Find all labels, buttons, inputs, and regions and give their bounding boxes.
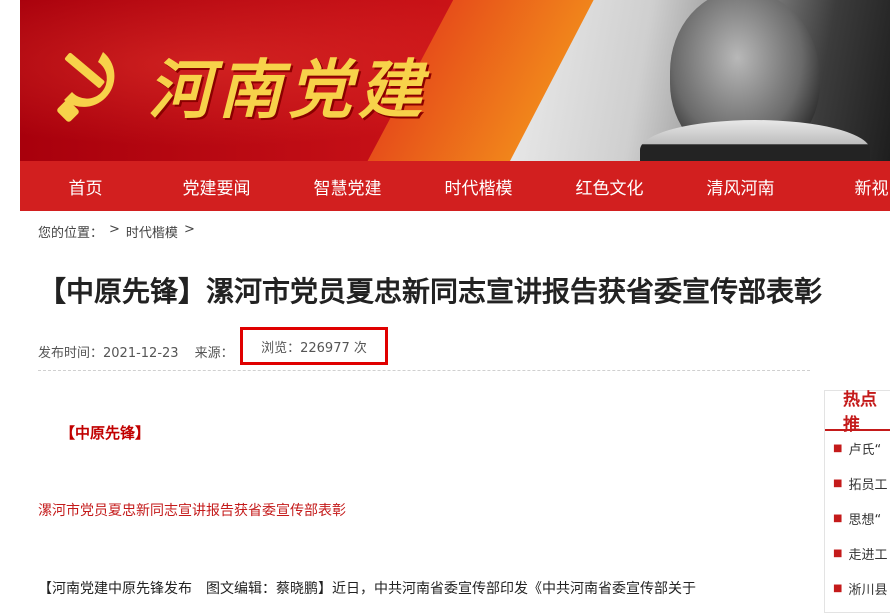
- site-logo[interactable]: 河南党建: [48, 40, 428, 130]
- hot-recommend-heading: 热点推: [825, 390, 890, 435]
- hot-item[interactable]: ■ 拓员工: [825, 466, 890, 501]
- article-source: 来源：: [194, 346, 234, 361]
- article-tag: 【中原先锋】: [60, 424, 151, 442]
- breadcrumb-separator: >: [109, 222, 120, 237]
- meta-divider: [38, 370, 810, 371]
- nav-item-new-view[interactable]: 新视: [806, 174, 890, 199]
- view-count: 浏览：226977 次: [261, 340, 367, 356]
- breadcrumb-current[interactable]: 时代楷模: [126, 222, 178, 241]
- breadcrumb-separator: >: [183, 222, 195, 237]
- portrait-collar: [640, 120, 870, 161]
- hot-item[interactable]: ■ 卢氏“: [825, 431, 890, 466]
- hot-item[interactable]: ■ 思想“: [825, 501, 890, 536]
- nav-item-party-news[interactable]: 党建要闻: [151, 174, 282, 199]
- bullet-icon: ■: [833, 548, 843, 559]
- publish-time: 发布时间：2021-12-23: [38, 346, 179, 361]
- bullet-icon: ■: [833, 478, 843, 489]
- nav-item-role-models[interactable]: 时代楷模: [413, 174, 544, 199]
- hot-item-text: 淅川县: [848, 583, 888, 598]
- hot-item-text: 思想“: [848, 513, 882, 528]
- breadcrumb-label: 您的位置：: [38, 226, 104, 241]
- logo-text: 河南党建: [148, 53, 428, 128]
- hot-item[interactable]: ■ 淅川县: [825, 571, 890, 606]
- nav-item-home[interactable]: 首页: [20, 174, 151, 199]
- article-meta: 发布时间：2021-12-23 来源：: [38, 342, 250, 361]
- breadcrumb: 您的位置： > 时代楷模 >: [38, 222, 195, 241]
- header-banner: 河南党建: [20, 0, 890, 161]
- bullet-icon: ■: [833, 443, 843, 454]
- view-count-highlight: 浏览：226977 次: [240, 327, 388, 365]
- bullet-icon: ■: [833, 583, 843, 594]
- bullet-icon: ■: [833, 513, 843, 524]
- hot-item-text: 走进工: [848, 548, 888, 563]
- hot-item[interactable]: ■ 走进工: [825, 536, 890, 571]
- article-paragraph: 【河南党建中原先锋发布 图文编辑：蔡晓鹏】近日，中共河南省委宣传部印发《中共河南…: [38, 581, 696, 597]
- hot-item-text: 卢氏“: [848, 443, 882, 458]
- article-subtitle: 漯河市党员夏忠新同志宣讲报告获省委宣传部表彰: [38, 503, 346, 519]
- nav-item-red-culture[interactable]: 红色文化: [544, 174, 675, 199]
- nav-item-smart-party[interactable]: 智慧党建: [282, 174, 413, 199]
- article-title: 【中原先锋】漯河市党员夏忠新同志宣讲报告获省委宣传部表彰: [38, 275, 823, 308]
- nav-item-clean-henan[interactable]: 清风河南: [675, 174, 806, 199]
- hot-recommend-panel: 热点推 ■ 卢氏“ ■ 拓员工 ■ 思想“ ■ 走进工 ■ 淅川县: [824, 390, 890, 613]
- hot-item-text: 拓员工: [848, 478, 888, 493]
- main-nav: 首页 党建要闻 智慧党建 时代楷模 红色文化 清风河南 新视: [20, 161, 890, 211]
- party-emblem-icon: [57, 52, 115, 122]
